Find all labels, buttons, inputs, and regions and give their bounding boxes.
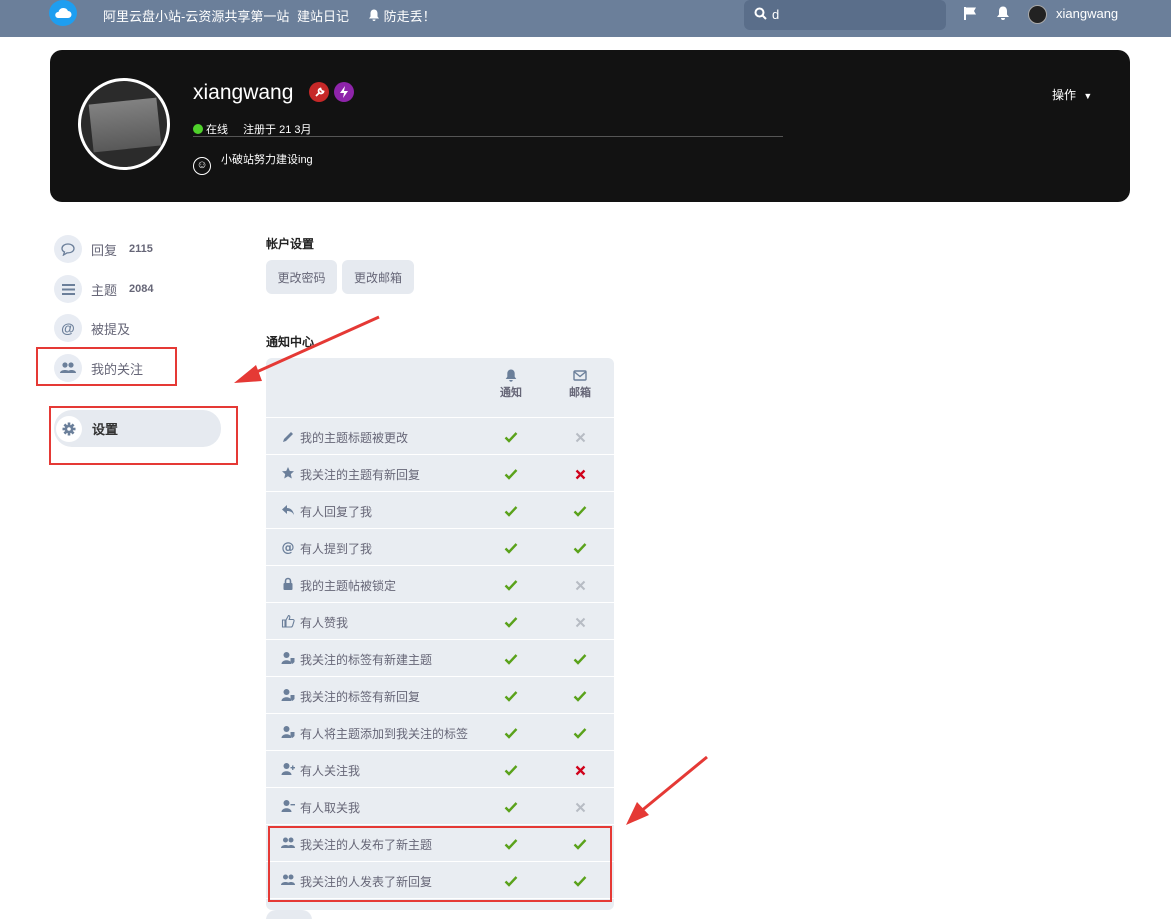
annotation-arrows <box>234 315 708 825</box>
annotation-arrow-table <box>626 755 708 825</box>
annotation-arrow-sidebar <box>234 315 380 383</box>
